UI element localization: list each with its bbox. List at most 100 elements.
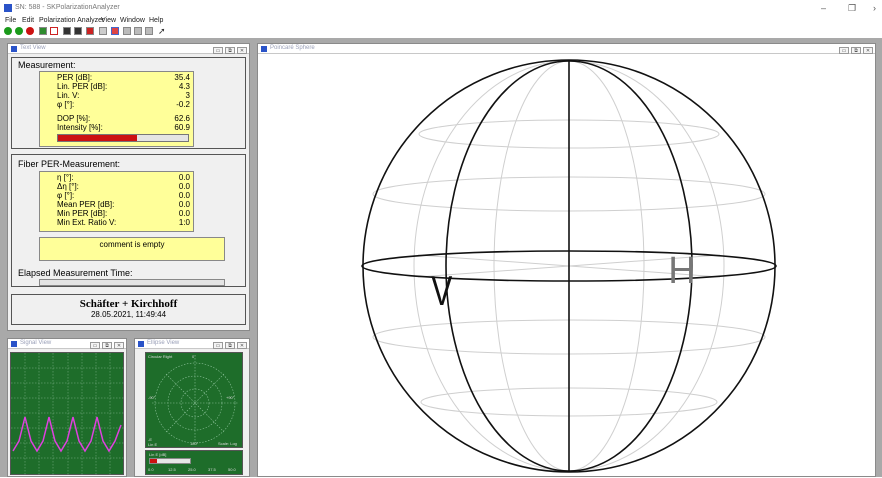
wand-icon[interactable]: ➚ — [158, 27, 166, 36]
signal-scope — [10, 352, 125, 476]
close-button[interactable]: › — [873, 3, 876, 13]
menu-help[interactable]: Help — [149, 17, 163, 24]
window-icon — [138, 341, 144, 347]
menu-view[interactable]: View — [101, 17, 116, 24]
lin-e-meter-bar — [149, 458, 191, 464]
close-icon[interactable]: ✕ — [237, 47, 247, 54]
circular-right-label: Circular Right — [148, 354, 173, 359]
menu-file[interactable]: File — [5, 17, 16, 24]
maximize-icon[interactable]: ⧉ — [225, 47, 235, 54]
intensity-value: 60.9 — [174, 123, 190, 132]
poincare-sphere-window: Poincaré Sphere ▭ ⧉ ✕ V H — [257, 43, 876, 477]
signal-view-titlebar[interactable]: Signal View ▭ ⧉ ✕ — [8, 339, 126, 349]
delta-eta-label: Δη [°]: — [57, 182, 79, 191]
minimize-icon[interactable]: ▭ — [213, 342, 223, 349]
eta-label: η [°]: — [57, 173, 74, 182]
lin-e-meter: Lin E [dB] 0.0 12.5 25.0 37.5 50.0 — [145, 450, 243, 475]
elapsed-label: Elapsed Measurement Time: — [18, 268, 133, 278]
comment-field[interactable]: comment is empty — [39, 237, 225, 261]
restore-button[interactable]: ❐ — [848, 3, 856, 14]
menu-bar: File Edit Polarization Analyzer View Win… — [0, 17, 882, 26]
mean-per-value: 0.0 — [178, 200, 190, 209]
poincare-title: Poincaré Sphere — [270, 45, 315, 51]
fiber-heading: Fiber PER-Measurement: — [18, 159, 121, 169]
scale-tick: 37.5 — [208, 467, 216, 472]
signal-trace — [12, 416, 122, 453]
comment-text: comment is empty — [99, 240, 165, 249]
ellipse-view-titlebar[interactable]: Ellipse View ▭ ⧉ ✕ — [135, 339, 249, 349]
text-view-window: Text View ▭ ⧉ ✕ Measurement: PER [dB]: 35.… — [7, 43, 250, 331]
lin-e-meter-fill — [150, 459, 157, 463]
grid-icon[interactable] — [123, 27, 131, 35]
red-dot-icon[interactable] — [26, 27, 34, 35]
app-title: SN: 588 - SKPolarizationAnalyzer — [15, 4, 120, 11]
lin-per-label: Lin. PER [dB]: — [57, 82, 108, 91]
red-graph-icon[interactable] — [50, 27, 58, 35]
maximize-icon[interactable]: ⧉ — [225, 342, 235, 349]
menu-polarization-analyzer[interactable]: Polarization Analyzer — [39, 17, 104, 24]
min-ext-ratio-value: 1:0 — [178, 218, 190, 227]
color-icon[interactable] — [111, 27, 119, 35]
lin-e-label: -E Lin E — [148, 437, 158, 447]
phi-label: φ [°]: — [57, 100, 75, 109]
dop-value: 62.6 — [174, 114, 190, 123]
per-value: 35.4 — [174, 73, 190, 82]
ellipse-plot — [152, 358, 238, 445]
minimize-button[interactable]: – — [821, 3, 826, 13]
min-per-label: Min PER [dB]: — [57, 209, 108, 218]
fiber-phi-label: φ [°]: — [57, 191, 75, 200]
angle-0-label: 0° — [192, 354, 196, 359]
lin-v-label: Lin. V: — [57, 91, 80, 100]
signal-view-window: Signal View ▭ ⧉ ✕ — [7, 338, 127, 477]
min-per-value: 0.0 — [178, 209, 190, 218]
scale-tick: 25.0 — [188, 467, 196, 472]
signal-view-title: Signal View — [20, 340, 52, 346]
elapsed-progress-bar — [39, 279, 225, 286]
grid-icon[interactable] — [99, 27, 107, 35]
app-icon — [4, 4, 12, 12]
intensity-bar — [57, 134, 189, 142]
intensity-bar-fill — [58, 135, 138, 141]
intensity-label: Intensity [%]: — [57, 123, 103, 132]
menu-edit[interactable]: Edit — [22, 17, 34, 24]
red-box-icon[interactable] — [86, 27, 94, 35]
lin-per-value: 4.3 — [178, 82, 190, 91]
close-icon[interactable]: ✕ — [114, 342, 124, 349]
toolbar: ➚ — [2, 27, 172, 37]
window-icon — [11, 341, 17, 347]
grid-icon[interactable] — [134, 27, 142, 35]
window-icon — [11, 46, 17, 52]
maximize-icon[interactable]: ⧉ — [102, 342, 112, 349]
angle-minus90-label: -90° — [148, 395, 156, 400]
text-view-titlebar[interactable]: Text View ▭ ⧉ ✕ — [8, 44, 249, 54]
minimize-icon[interactable]: ▭ — [90, 342, 100, 349]
minimize-icon[interactable]: ▭ — [839, 47, 849, 54]
scale-log-label: Scale: Log — [218, 441, 237, 446]
save-icon[interactable] — [63, 27, 71, 35]
ellipse-view-title: Ellipse View — [147, 340, 180, 346]
angle-180-label: 180° — [190, 441, 199, 446]
minimize-icon[interactable]: ▭ — [213, 47, 223, 54]
green-dot-icon[interactable] — [15, 27, 23, 35]
green-dot-icon[interactable] — [4, 27, 12, 35]
save-icon[interactable] — [74, 27, 82, 35]
menu-window[interactable]: Window — [120, 17, 145, 24]
close-icon[interactable]: ✕ — [863, 47, 873, 54]
ellipse-scope: Circular Right 0° -90° +90° -E Lin E 180… — [145, 352, 243, 448]
scale-tick: 0.0 — [148, 467, 154, 472]
green-signal-icon[interactable] — [39, 27, 47, 35]
delta-eta-value: 0.0 — [178, 182, 190, 191]
poincare-titlebar[interactable]: Poincaré Sphere ▭ ⧉ ✕ — [258, 44, 875, 54]
window-icon — [261, 46, 267, 52]
ellipse-view-window: Ellipse View ▭ ⧉ ✕ Circular Right 0° -90° … — [134, 338, 250, 477]
grid-icon[interactable] — [145, 27, 153, 35]
close-icon[interactable]: ✕ — [237, 342, 247, 349]
v-pole-label: V — [431, 267, 452, 315]
phi-value: -0.2 — [176, 100, 190, 109]
scale-tick: 50.0 — [228, 467, 236, 472]
eta-value: 0.0 — [178, 173, 190, 182]
maximize-icon[interactable]: ⧉ — [851, 47, 861, 54]
signal-plot — [11, 353, 125, 476]
measurement-values: PER [dB]: 35.4 Lin. PER [dB]: 4.3 Lin. V… — [39, 71, 194, 147]
footer-timestamp: 28.05.2021, 11:49:44 — [90, 310, 167, 319]
